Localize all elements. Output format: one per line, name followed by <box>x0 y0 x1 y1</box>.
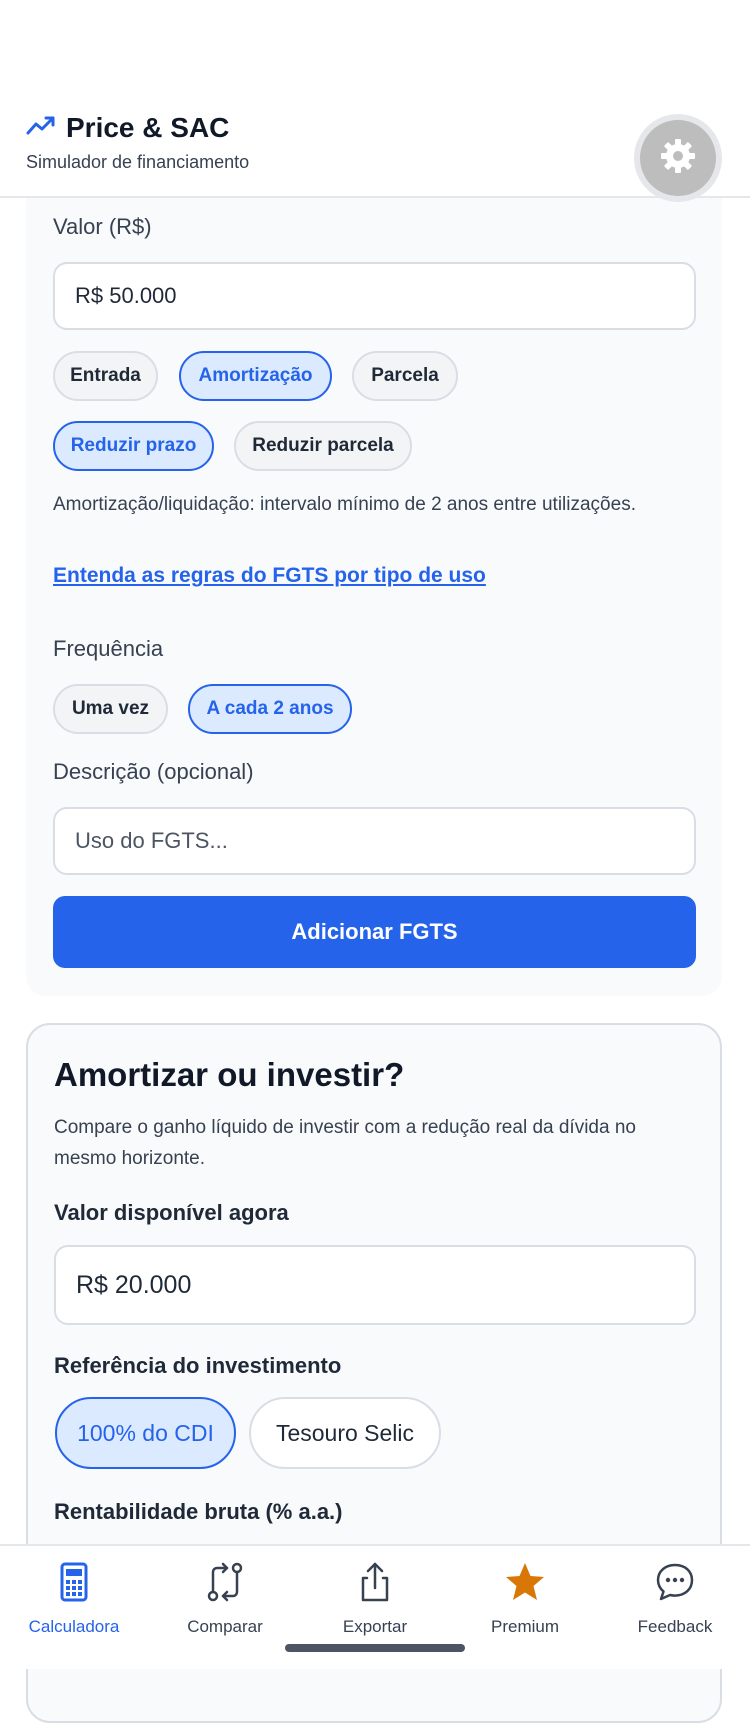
nav-feedback[interactable]: Feedback <box>605 1560 745 1637</box>
nav-label-feedback: Feedback <box>637 1617 713 1636</box>
frequency-label: Frequência <box>53 636 164 661</box>
chip-entrada[interactable]: Entrada <box>53 351 158 401</box>
home-indicator <box>285 1644 465 1652</box>
description-input[interactable]: Uso do FGTS... <box>53 807 696 875</box>
settings-button[interactable] <box>640 120 716 196</box>
description-label: Descrição (opcional) <box>53 759 254 784</box>
fgts-rules-link[interactable]: Entenda as regras do FGTS por tipo de us… <box>53 564 486 588</box>
yield-label: Rentabilidade bruta (% a.a.) <box>54 1499 343 1524</box>
nav-label-exportar: Exportar <box>342 1617 408 1636</box>
invest-description: Compare o ganho líquido de investir com … <box>54 1117 636 1169</box>
description-placeholder: Uso do FGTS... <box>75 828 228 853</box>
trend-up-icon <box>26 115 56 142</box>
add-fgts-button[interactable]: Adicionar FGTS <box>53 896 696 968</box>
fgts-value-text: R$ 50.000 <box>75 283 177 308</box>
share-icon <box>353 1560 397 1609</box>
chip-reduzir-parcela[interactable]: Reduzir parcela <box>234 421 412 471</box>
value-label: Valor (R$) <box>53 214 152 239</box>
invest-title: Amortizar ou investir? <box>54 1056 405 1093</box>
nav-label-comparar: Comparar <box>187 1617 263 1636</box>
nav-exportar[interactable]: Exportar <box>305 1560 445 1637</box>
available-input[interactable]: R$ 20.000 <box>54 1245 696 1325</box>
compare-icon <box>203 1560 247 1609</box>
nav-label-premium: Premium <box>490 1617 559 1636</box>
gear-icon <box>658 136 698 181</box>
chip-a-cada-2-anos[interactable]: A cada 2 anos <box>188 684 352 734</box>
available-label: Valor disponível agora <box>54 1200 289 1225</box>
chip-reduzir-prazo[interactable]: Reduzir prazo <box>53 421 214 471</box>
app-header: Price & SAC Simulador de financiamento <box>0 0 750 198</box>
nav-label-calculadora: Calculadora <box>28 1617 120 1636</box>
interval-note: Amortização/liquidação: intervalo mínimo… <box>53 494 636 515</box>
app-title: Price & SAC <box>66 112 230 143</box>
nav-calculadora[interactable]: Calculadora <box>4 1560 144 1637</box>
chat-bubble-icon <box>653 1560 697 1609</box>
chip-parcela[interactable]: Parcela <box>352 351 458 401</box>
nav-comparar[interactable]: Comparar <box>155 1560 295 1637</box>
star-icon <box>503 1560 547 1609</box>
app-subtitle: Simulador de financiamento <box>26 152 250 172</box>
available-value: R$ 20.000 <box>76 1270 192 1299</box>
calculator-icon <box>52 1560 96 1609</box>
fgts-value-input[interactable]: R$ 50.000 <box>53 262 696 330</box>
chip-amortizacao[interactable]: Amortização <box>179 351 332 401</box>
chip-uma-vez[interactable]: Uma vez <box>53 684 168 734</box>
reference-label: Referência do investimento <box>54 1353 342 1378</box>
chip-tesouro-selic[interactable]: Tesouro Selic <box>249 1397 441 1469</box>
chip-100-cdi[interactable]: 100% do CDI <box>55 1397 236 1469</box>
nav-premium[interactable]: Premium <box>455 1560 595 1637</box>
